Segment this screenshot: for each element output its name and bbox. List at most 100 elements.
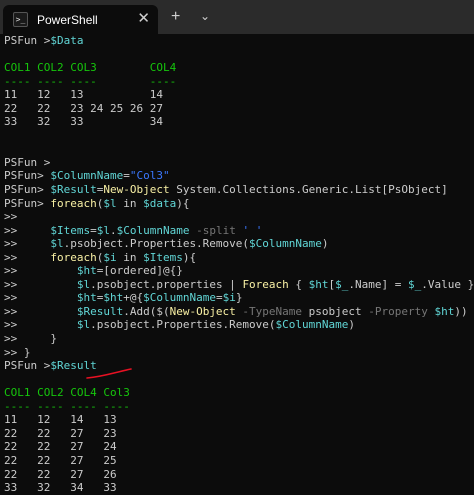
terminal-line: COL1 COL2 COL3 COL4	[4, 61, 474, 75]
terminal-text: PSFun >	[4, 359, 51, 373]
terminal-text: $ColumnName	[50, 169, 124, 183]
terminal-text: System.Collections.Generic.List[PsObject…	[169, 183, 448, 197]
terminal-line: >> foreach($i in $Items){	[4, 251, 474, 265]
terminal-text: {	[288, 277, 309, 291]
terminal-text: .	[109, 223, 117, 237]
terminal-icon: >_	[13, 12, 28, 27]
terminal-text: New-Object	[103, 183, 170, 197]
terminal-line: >>	[4, 210, 474, 224]
terminal-text: +@{	[123, 291, 144, 305]
terminal-text: 22 22 23 24 25 26 27	[4, 101, 163, 115]
tab-powershell[interactable]: >_ PowerShell ✕	[3, 5, 158, 34]
terminal-text: PSFun >	[4, 155, 51, 169]
terminal-text: 22 22 27 25	[4, 453, 117, 467]
terminal-text: >> }	[4, 332, 57, 346]
terminal-text: PSFun>	[4, 169, 51, 183]
terminal-text: >>	[4, 237, 51, 251]
terminal-line: ---- ---- ---- ----	[4, 400, 474, 414]
terminal-text: foreach	[50, 196, 97, 210]
terminal-text: 22 22 27 23	[4, 426, 117, 440]
terminal-text: >>	[4, 318, 77, 332]
terminal-text: Foreach	[242, 277, 289, 291]
terminal-text: $l	[76, 318, 91, 332]
terminal-text: ){	[176, 196, 190, 210]
close-tab-icon[interactable]: ✕	[137, 11, 150, 26]
terminal-text: $i	[103, 250, 117, 264]
terminal-text: .Name] =	[348, 277, 409, 291]
terminal-text: $ColumnName	[249, 237, 322, 251]
new-tab-button[interactable]: +	[171, 9, 180, 25]
terminal-line: >> }	[4, 346, 474, 360]
terminal-text: 11 12 14 13	[4, 413, 117, 427]
terminal-text: 22 22 27 24	[4, 440, 117, 454]
terminal-text: foreach	[50, 250, 97, 264]
terminal-line: PSFun> $Result=New-Object System.Collect…	[4, 183, 474, 197]
terminal-text: $Data	[50, 34, 84, 47]
red-underline-annotation	[86, 368, 132, 379]
powershell-window: >_ PowerShell ✕ + ⌄ PSFun >$Data COL1 CO…	[0, 0, 474, 494]
terminal-text: .psobject.Properties.Remove(	[90, 318, 276, 332]
terminal-text: =[ordered]@{}	[96, 264, 183, 278]
terminal-line: >> $l.psobject.properties | Foreach { $h…	[4, 278, 474, 292]
terminal-text: ---- ---- ---- ----	[4, 74, 177, 88]
terminal-text: )	[321, 237, 329, 251]
terminal-line: PSFun> $ColumnName="Col3"	[4, 169, 474, 183]
terminal-line: >> }	[4, 332, 474, 346]
terminal-line: PSFun >	[4, 156, 474, 170]
terminal-text: psobject	[302, 304, 369, 318]
terminal-text: >>	[4, 277, 77, 291]
terminal-text: $ColumnName	[275, 318, 349, 332]
terminal-text: >>	[4, 250, 51, 264]
terminal-text: =	[215, 291, 223, 305]
terminal-text: in	[116, 250, 144, 264]
terminal-line: 22 22 27 24	[4, 440, 474, 454]
terminal-text: PSFun >	[4, 34, 51, 47]
terminal-output[interactable]: PSFun >$Data COL1 COL2 COL3 COL4 ---- ---…	[4, 34, 474, 495]
terminal-text: COL1 COL2 COL3 COL4	[4, 61, 177, 75]
terminal-line: 33 32 34 33	[4, 481, 474, 495]
tab-title: PowerShell	[37, 12, 98, 27]
terminal-line: 22 22 27 25	[4, 454, 474, 468]
terminal-text: $ColumnName	[116, 223, 190, 237]
terminal-text: 11 12 13 14	[4, 88, 163, 102]
terminal-line: >> $ht=$ht+@{$ColumnName=$i}	[4, 291, 474, 305]
terminal-text: ))	[454, 304, 468, 318]
terminal-text: =	[123, 169, 130, 183]
terminal-text: $Result	[76, 304, 124, 318]
terminal-text: $_	[335, 277, 349, 291]
terminal-text: >>	[4, 304, 77, 318]
terminal-text: $l	[96, 223, 110, 237]
terminal-text: }	[235, 291, 243, 305]
terminal-text: PSFun>	[4, 196, 51, 210]
terminal-text: $ht	[103, 291, 124, 305]
terminal-line: 33 32 33 34	[4, 115, 474, 129]
terminal-line: 22 22 23 24 25 26 27	[4, 102, 474, 116]
chevron-down-icon[interactable]: ⌄	[200, 8, 210, 24]
terminal-line: ---- ---- ---- ----	[4, 75, 474, 89]
terminal-line: 11 12 13 14	[4, 88, 474, 102]
terminal-text: $ht	[76, 291, 97, 305]
terminal-line: 22 22 27 26	[4, 468, 474, 482]
terminal-text: $Items	[143, 250, 183, 264]
terminal-text: $ht	[434, 304, 455, 318]
terminal-text: 33 32 33 34	[4, 115, 163, 129]
terminal-text: >>	[4, 264, 77, 278]
terminal-line: >> $Items=$l.$ColumnName -split ' '	[4, 224, 474, 238]
terminal-line: PSFun >$Data	[4, 34, 474, 48]
terminal-text: 22 22 27 26	[4, 467, 117, 481]
terminal-text: ' '	[235, 223, 263, 237]
terminal-line: PSFun> foreach($l in $data){	[4, 197, 474, 211]
terminal-text: .psobject.Properties.Remove(	[63, 237, 250, 251]
terminal-text: ---- ---- ---- ----	[4, 399, 130, 413]
terminal-text: $Result	[50, 183, 97, 197]
terminal-text: .psobject.properties |	[90, 277, 243, 291]
terminal-text: $ht	[76, 264, 97, 278]
terminal-text: >>	[4, 291, 77, 305]
terminal-text: -split	[189, 223, 236, 237]
terminal-text: in	[116, 196, 144, 210]
terminal-text: 33 32 34 33	[4, 481, 117, 495]
